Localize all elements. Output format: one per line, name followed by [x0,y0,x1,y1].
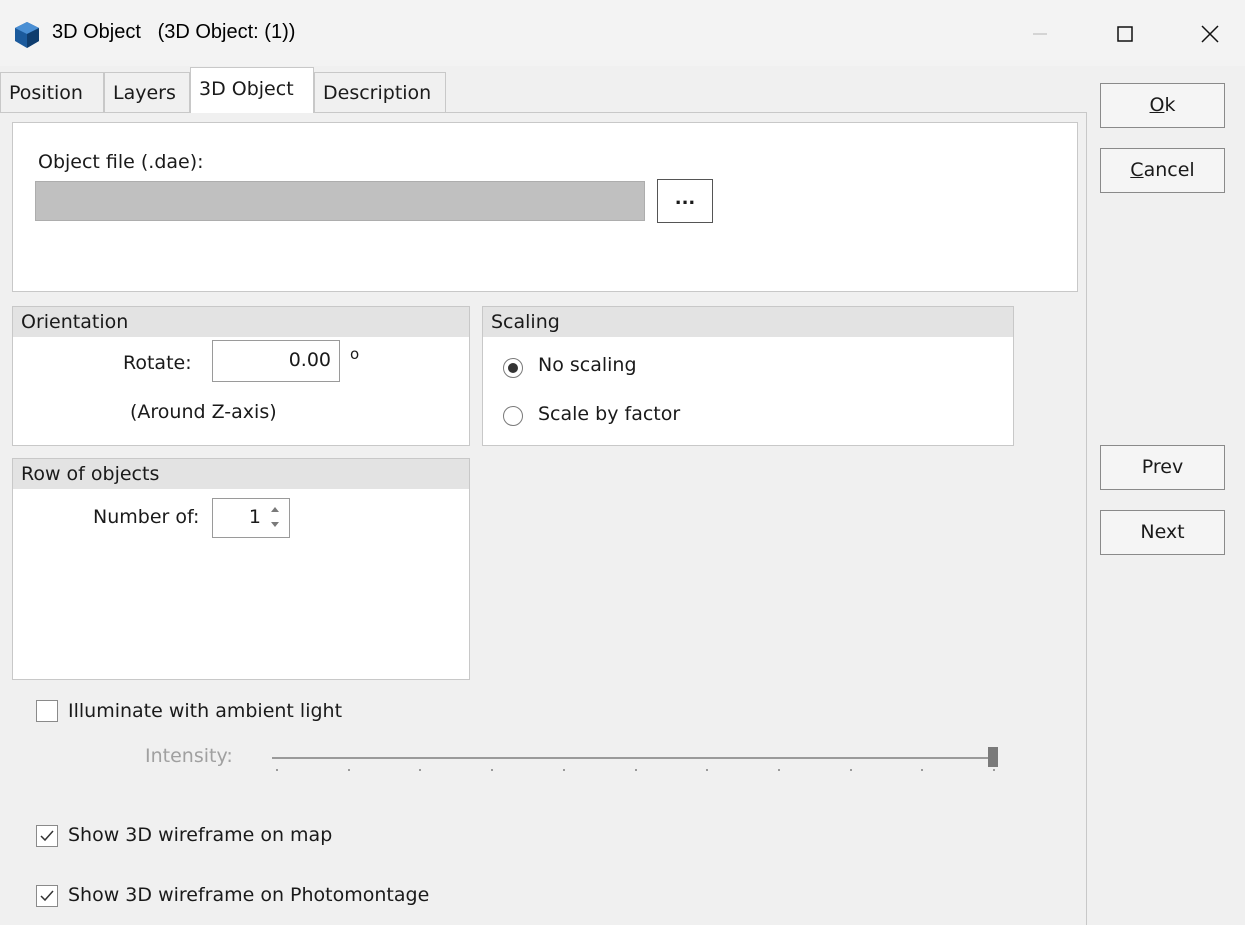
intensity-slider-tick [921,769,924,771]
tab-description[interactable]: Description [314,72,446,112]
degree-unit: o [350,345,360,363]
rotate-note: (Around Z-axis) [130,401,277,423]
intensity-slider-tick [706,769,709,771]
rotate-label: Rotate: [123,352,192,374]
scale-by-factor-label[interactable]: Scale by factor [538,403,680,425]
close-button[interactable] [1180,10,1240,58]
title-bar: 3D Object (3D Object: (1)) [0,0,1245,66]
wireframe-photomontage-checkbox[interactable] [36,885,58,907]
maximize-icon [1117,26,1133,42]
tab-layers[interactable]: Layers [104,72,190,112]
wireframe-map-checkbox[interactable] [36,825,58,847]
intensity-slider-tick [419,769,422,771]
minimize-icon [1033,33,1047,35]
window-title: 3D Object (3D Object: (1)) [52,21,296,43]
ambient-light-label[interactable]: Illuminate with ambient light [68,700,342,722]
intensity-slider-tick [562,769,565,771]
row-of-objects-group: Row of objects [12,458,470,680]
intensity-slider-track[interactable] [272,757,992,759]
prev-button[interactable]: Prev [1100,445,1225,490]
cancel-button[interactable]: Cancel [1100,148,1225,193]
browse-button[interactable]: ... [657,179,713,223]
intensity-slider-tick [634,769,637,771]
ambient-light-checkbox[interactable] [36,700,58,722]
intensity-slider-tick [993,769,995,771]
spinner-arrows-icon[interactable] [268,503,282,531]
intensity-slider-tick [849,769,852,771]
checkmark-icon [40,890,54,902]
no-scaling-radio[interactable] [503,358,523,378]
row-of-objects-header: Row of objects [13,459,469,489]
intensity-label: Intensity: [145,745,233,767]
scale-by-factor-radio[interactable] [503,406,523,426]
intensity-slider-tick [347,769,350,771]
intensity-slider-tick [276,769,278,771]
rotate-input[interactable]: 0.00 [212,340,340,382]
wireframe-photomontage-label[interactable]: Show 3D wireframe on Photomontage [68,884,429,906]
tab-position[interactable]: Position [0,72,104,112]
wireframe-map-label[interactable]: Show 3D wireframe on map [68,824,332,846]
orientation-header: Orientation [13,307,469,337]
intensity-slider-tick [777,769,780,771]
app-3d-object-icon [15,22,39,48]
next-button[interactable]: Next [1100,510,1225,555]
minimize-button[interactable] [1010,10,1070,58]
tab-3d-object[interactable]: 3D Object [190,67,314,113]
intensity-slider-tick [491,769,494,771]
object-file-field[interactable] [35,181,645,221]
no-scaling-label[interactable]: No scaling [538,354,637,376]
scaling-group: Scaling [482,306,1014,446]
intensity-slider-thumb[interactable] [988,747,998,767]
scaling-header: Scaling [483,307,1013,337]
number-of-label: Number of: [93,506,200,528]
checkmark-icon [40,830,54,842]
close-icon [1201,25,1219,43]
ok-button[interactable]: Ok [1100,83,1225,128]
object-file-label: Object file (.dae): [38,151,204,173]
maximize-button[interactable] [1095,10,1155,58]
